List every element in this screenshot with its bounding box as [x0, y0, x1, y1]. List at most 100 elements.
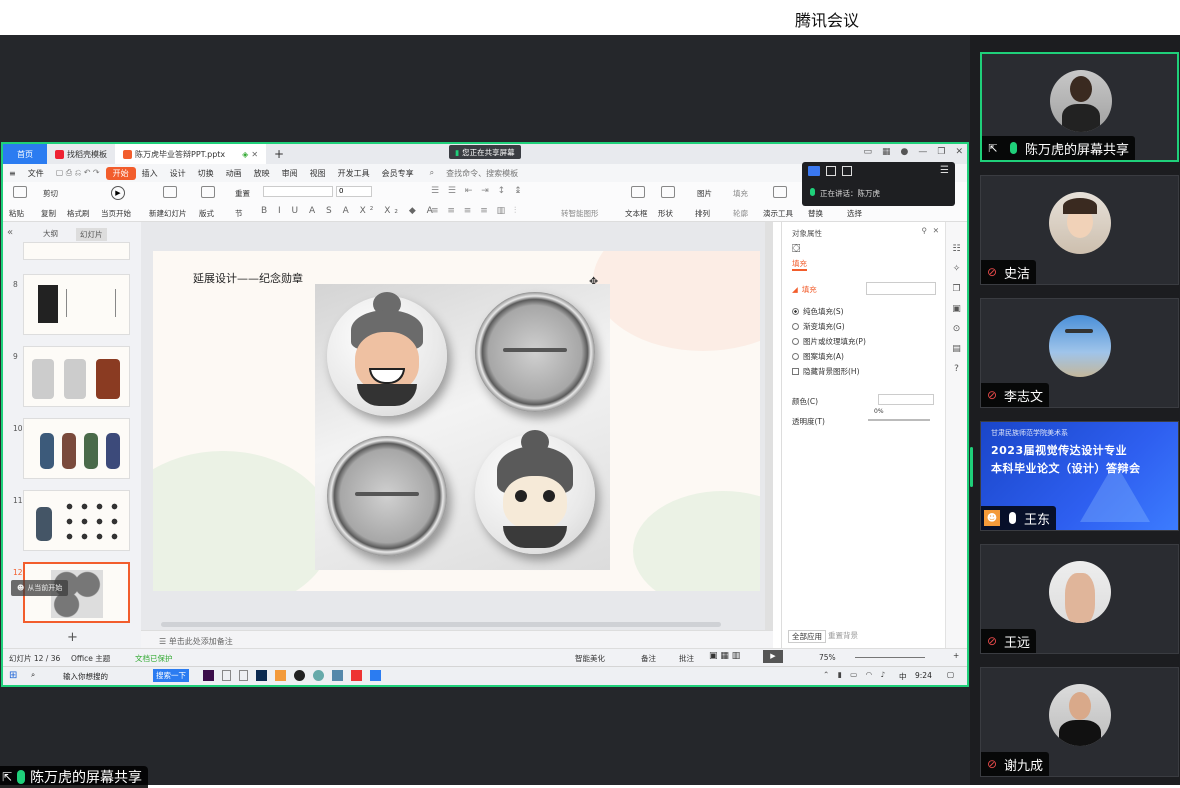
participant-tile[interactable]: ⇱ 陈万虎的屏幕共享	[980, 52, 1179, 162]
play-icon[interactable]: ▶	[111, 186, 125, 200]
slide-title[interactable]: 延展设计——纪念勋章	[193, 270, 303, 286]
slide-thumbnail-11[interactable]	[23, 490, 130, 551]
book-rail-icon[interactable]: ▤	[952, 344, 961, 354]
participant-tile[interactable]: ⊘ 李志文	[980, 298, 1179, 408]
location-rail-icon[interactable]: ⊙	[953, 324, 961, 334]
animation-rail-icon[interactable]: ✧	[953, 264, 961, 274]
notes-button[interactable]: 备注	[641, 653, 656, 664]
menu-file[interactable]: 文件	[22, 168, 50, 179]
file-icon[interactable]	[222, 670, 231, 681]
participant-tile[interactable]: ⊘ 史洁	[980, 175, 1179, 285]
picture-rail-icon[interactable]: ▣	[952, 304, 961, 314]
font-style-icons[interactable]: B I U A S A X² X₂ ◆ A	[261, 206, 437, 216]
fill-section-header[interactable]: ◢ 填充	[792, 284, 817, 295]
beautify-button[interactable]: 智能美化	[575, 653, 605, 664]
menu-slideshow[interactable]: 放映	[248, 168, 276, 179]
arrange-button[interactable]: 排列	[695, 208, 710, 219]
ime-indicator[interactable]: 中	[899, 671, 907, 682]
zoom-level[interactable]: 75%	[819, 653, 836, 662]
zoom-slider[interactable]	[855, 657, 925, 658]
search-commands-input[interactable]: 查找命令、搜索模板	[440, 168, 524, 179]
picture-button[interactable]: 图片	[697, 188, 712, 199]
new-slide-button[interactable]: 新建幻灯片	[149, 208, 187, 219]
transparency-slider[interactable]	[868, 419, 930, 421]
format-painter-button[interactable]: 格式刷	[67, 208, 90, 219]
outline-button[interactable]: 轮廓	[733, 208, 748, 219]
layout-bar-icon[interactable]	[826, 166, 836, 176]
paragraph-icons[interactable]: ☰ ☰ ⇤ ⇥ ↕ ↨	[431, 186, 525, 196]
section-button[interactable]: 节	[235, 208, 243, 219]
qq-icon[interactable]	[294, 670, 305, 681]
fill-option-solid[interactable]: 纯色填充(S)	[792, 306, 844, 317]
shape-button[interactable]: 形状	[658, 208, 673, 219]
close-tab-icon[interactable]: ✕	[251, 150, 258, 159]
canvas-scrollbar[interactable]	[765, 222, 773, 630]
from-current-button[interactable]: 当页开始	[101, 208, 131, 219]
hide-bg-checkbox[interactable]: 隐藏背景图形(H)	[792, 366, 860, 377]
tab-document[interactable]: 陈万虎毕业答辩PPT.pptx ◈ ✕	[115, 144, 267, 164]
fill-option-picture[interactable]: 图片或纹理填充(P)	[792, 336, 866, 347]
text-box-button[interactable]: 文本框	[625, 208, 648, 219]
cut-button[interactable]: 剪切	[43, 188, 58, 199]
fill-option-pattern[interactable]: 图案填充(A)	[792, 351, 844, 362]
clock[interactable]: 9:24	[915, 671, 932, 680]
fill-button[interactable]: 填充	[733, 188, 748, 199]
badge-photo[interactable]	[315, 284, 610, 570]
tab-slides[interactable]: 幻灯片	[76, 228, 107, 241]
notification-icon[interactable]: ▢	[947, 670, 954, 679]
font-name-select[interactable]	[263, 186, 333, 197]
menu-insert[interactable]: 插入	[136, 168, 164, 179]
menu-design[interactable]: 设计	[164, 168, 192, 179]
quick-save-icon[interactable]: ▢ ⎙ ⎌ ↶ ↷	[50, 168, 106, 178]
close-panel-icon[interactable]: ✕	[933, 226, 939, 235]
replace-button[interactable]: 替换	[808, 208, 823, 219]
app-icon[interactable]	[332, 670, 343, 681]
participant-tile[interactable]: ⊘ 王远	[980, 544, 1179, 654]
new-tab-button[interactable]: +	[266, 144, 292, 164]
zoom-in-icon[interactable]: +	[953, 651, 959, 660]
select-button[interactable]: 选择	[847, 208, 862, 219]
presentation-tools-button[interactable]: 演示工具	[763, 208, 793, 219]
reset-bg-button[interactable]: 重置背景	[828, 630, 858, 641]
new-slide-icon[interactable]	[163, 186, 177, 198]
color-picker[interactable]	[878, 394, 934, 405]
props-rail-icon[interactable]: ☷	[952, 244, 960, 254]
paste-icon[interactable]	[13, 186, 27, 198]
tab-template[interactable]: 找稻壳模板	[47, 144, 115, 164]
taskbar-search-icon[interactable]: ⌕	[31, 670, 35, 680]
meeting-icon[interactable]	[370, 670, 381, 681]
slide-thumbnail-9[interactable]	[23, 346, 130, 407]
menu-developer[interactable]: 开发工具	[332, 168, 376, 179]
file-icon[interactable]	[239, 670, 248, 681]
taskbar-search-button[interactable]: 搜索一下	[153, 669, 189, 682]
gallery-scrollbar[interactable]	[970, 447, 973, 487]
premiere-icon[interactable]	[203, 670, 214, 681]
minimize-bar-icon[interactable]	[808, 166, 820, 176]
transition-rail-icon[interactable]: ❐	[952, 284, 960, 294]
add-slide-button[interactable]: +	[67, 630, 78, 645]
participant-tile[interactable]: 甘肃民族师范学院美术系 2023届视觉传达设计专业 本科毕业论文（设计）答辩会 …	[980, 421, 1179, 531]
collapse-panel-icon[interactable]: «	[7, 227, 13, 238]
reset-button[interactable]: 重置	[235, 188, 250, 199]
slide-thumbnail-8[interactable]	[23, 274, 130, 335]
menu-review[interactable]: 审阅	[276, 168, 304, 179]
expand-bar-icon[interactable]: ☰	[940, 165, 949, 176]
convert-smart-art-button[interactable]: 转智能图形	[561, 208, 599, 219]
app-icon[interactable]	[275, 670, 286, 681]
slide-thumbnail-10[interactable]	[23, 418, 130, 479]
help-rail-icon[interactable]: ?	[954, 364, 959, 374]
fill-type-select[interactable]	[866, 282, 936, 295]
text-box-icon[interactable]	[631, 186, 645, 198]
shared-screen[interactable]: 首页 找稻壳模板 陈万虎毕业答辩PPT.pptx ◈ ✕ + ▮ 您正在共享屏幕…	[1, 142, 969, 687]
paste-button[interactable]: 粘贴	[9, 208, 24, 219]
menu-transition[interactable]: 切换	[192, 168, 220, 179]
canvas-h-scrollbar[interactable]	[161, 622, 721, 627]
minimize-icon[interactable]: —	[918, 147, 927, 157]
list-bar-icon[interactable]	[842, 166, 852, 176]
font-size-select[interactable]: 0	[336, 186, 372, 197]
menu-icon[interactable]: ≡	[3, 169, 22, 178]
participant-tile[interactable]: ⊘ 谢九成	[980, 667, 1179, 777]
menu-animation[interactable]: 动画	[220, 168, 248, 179]
slide-thumbnail-7[interactable]	[23, 242, 130, 260]
view-normal-icon[interactable]: ▣ ▦ ▥	[709, 651, 740, 661]
